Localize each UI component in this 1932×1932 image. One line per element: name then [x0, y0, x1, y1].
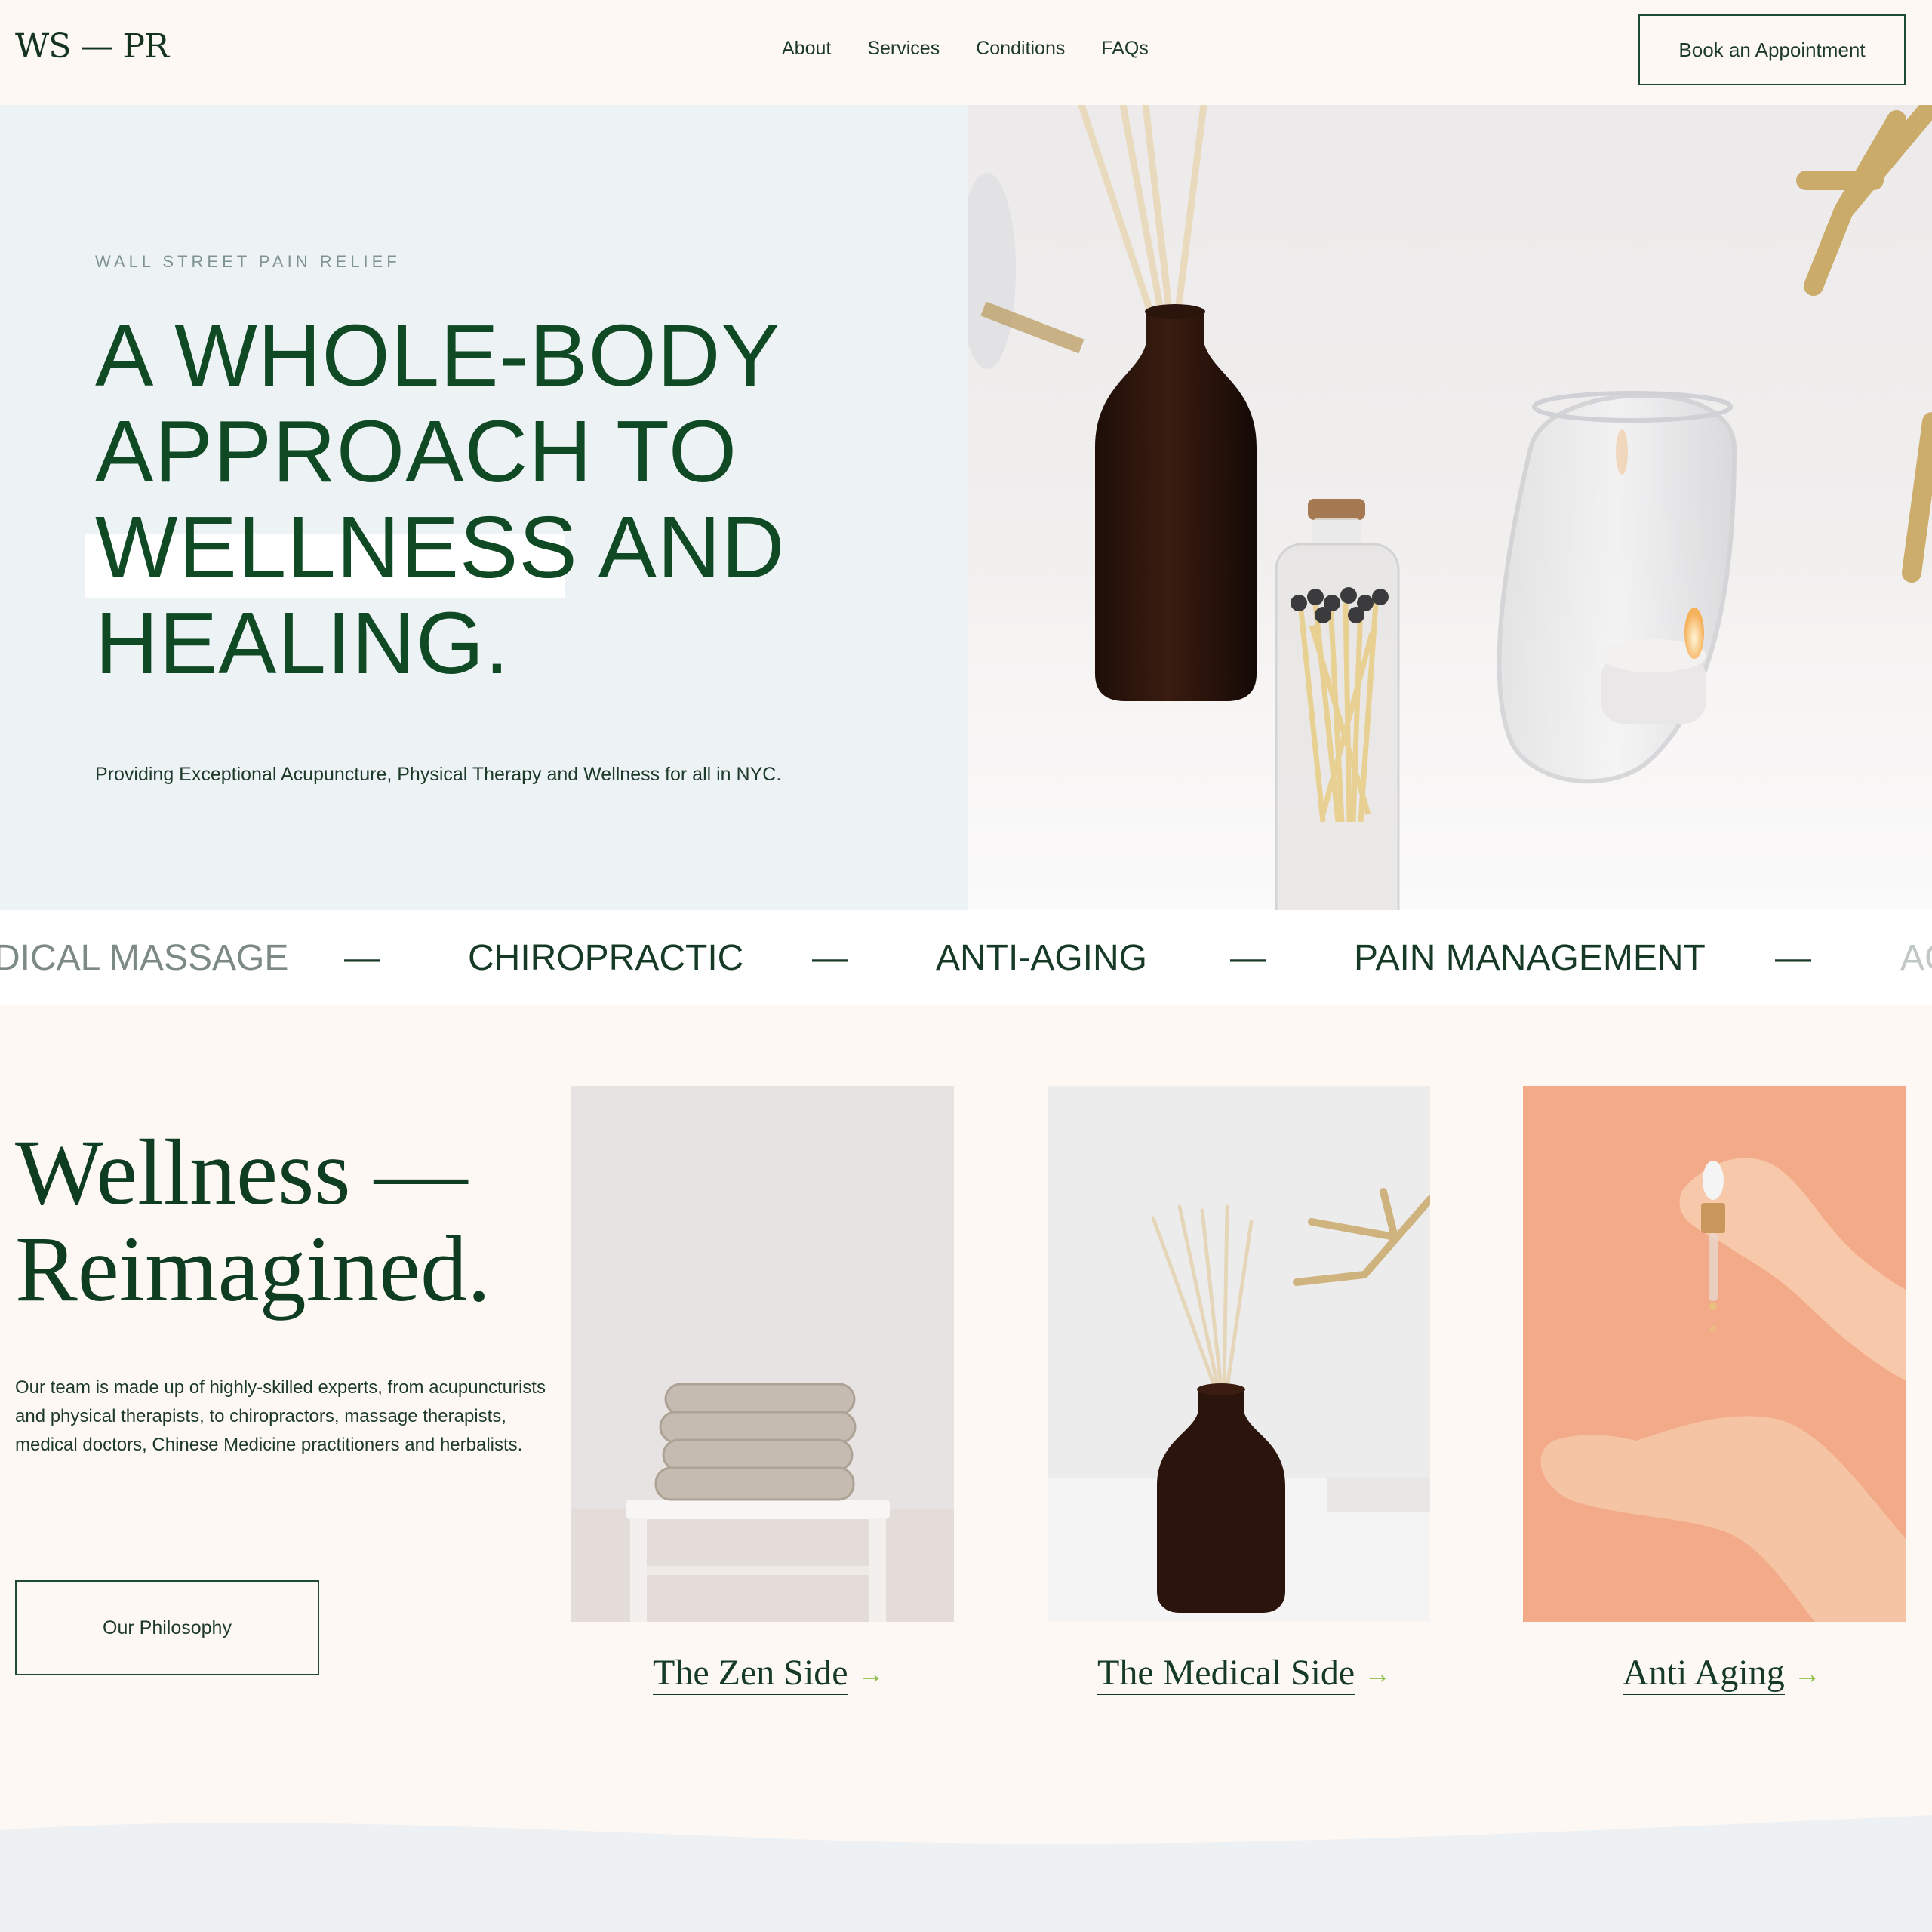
- anti-aging-image[interactable]: [1523, 1086, 1906, 1622]
- ticker-item-pain-management[interactable]: PAIN MANAGEMENT: [1354, 937, 1706, 979]
- nav-about[interactable]: About: [782, 38, 831, 60]
- anti-aging-label: Anti Aging: [1623, 1653, 1785, 1695]
- hero-title-line-4: HEALING.: [95, 594, 510, 692]
- ticker-item-anti-aging[interactable]: ANTI-AGING: [936, 937, 1147, 979]
- next-section-band: [0, 1807, 1932, 1932]
- wellness-heading-line-1: Wellness —: [15, 1121, 468, 1224]
- arrow-right-icon: →: [1364, 1659, 1392, 1689]
- arrow-right-icon: →: [1793, 1659, 1821, 1689]
- zen-side-link[interactable]: The Zen Side →: [653, 1653, 884, 1695]
- main-nav: About Services Conditions FAQs: [782, 38, 1149, 60]
- site-logo[interactable]: WS — PR: [15, 27, 169, 66]
- wellness-heading: Wellness — Reimagined.: [15, 1124, 491, 1318]
- hero-title-line-3: WELLNESS AND: [95, 498, 786, 596]
- ticker-item-massage[interactable]: DICAL MASSAGE: [0, 937, 288, 979]
- hero-title-line-1: A WHOLE-BODY: [95, 306, 780, 405]
- zen-side-label: The Zen Side: [653, 1653, 848, 1695]
- book-appointment-button[interactable]: Book an Appointment: [1638, 14, 1906, 85]
- wellness-description-line: and physical therapists, to chiropractor…: [15, 1406, 506, 1426]
- wellness-heading-line-2: Reimagined.: [15, 1217, 491, 1321]
- nav-services[interactable]: Services: [867, 38, 940, 60]
- hero-title: A WHOLE-BODY APPROACH TO WELLNESS AND HE…: [95, 308, 850, 691]
- reed-diffuser-photo: [1048, 1086, 1430, 1622]
- nav-conditions[interactable]: Conditions: [976, 38, 1065, 60]
- ticker-separator: —: [344, 938, 380, 978]
- ticker-item-next[interactable]: AC: [1900, 937, 1932, 979]
- medical-side-image[interactable]: [1048, 1086, 1430, 1622]
- zen-side-image[interactable]: [571, 1086, 954, 1622]
- ticker-separator: —: [1230, 938, 1266, 978]
- towels-on-stool-photo: [571, 1086, 954, 1622]
- wave-divider: [0, 1807, 1932, 1844]
- hero-subtitle: Providing Exceptional Acupuncture, Physi…: [95, 764, 782, 785]
- wellness-description-line: medical doctors, Chinese Medicine practi…: [15, 1435, 523, 1455]
- our-philosophy-button[interactable]: Our Philosophy: [15, 1580, 319, 1675]
- services-ticker: DICAL MASSAGE — CHIROPRACTIC — ANTI-AGIN…: [0, 910, 1932, 1005]
- arrow-right-icon: →: [857, 1659, 884, 1689]
- ticker-separator: —: [1775, 938, 1811, 978]
- medical-side-link[interactable]: The Medical Side →: [1097, 1653, 1391, 1695]
- ticker-item-chiropractic[interactable]: CHIROPRACTIC: [468, 937, 743, 979]
- site-header: WS — PR About Services Conditions FAQs B…: [0, 0, 1932, 105]
- hero-photo-aromatherapy: [968, 105, 1932, 910]
- hero-title-line-2: APPROACH TO: [95, 402, 738, 500]
- nav-faqs[interactable]: FAQs: [1101, 38, 1149, 60]
- wellness-description-line: Our team is made up of highly-skilled ex…: [15, 1377, 546, 1398]
- ticker-separator: —: [812, 938, 848, 978]
- hero-photo-illustration: [968, 105, 1932, 910]
- medical-side-label: The Medical Side: [1097, 1653, 1355, 1695]
- hero-eyebrow: WALL STREET PAIN RELIEF: [95, 252, 401, 271]
- wellness-description: Our team is made up of highly-skilled ex…: [15, 1374, 558, 1460]
- anti-aging-link[interactable]: Anti Aging →: [1623, 1653, 1821, 1695]
- serum-dropper-photo: [1523, 1086, 1906, 1622]
